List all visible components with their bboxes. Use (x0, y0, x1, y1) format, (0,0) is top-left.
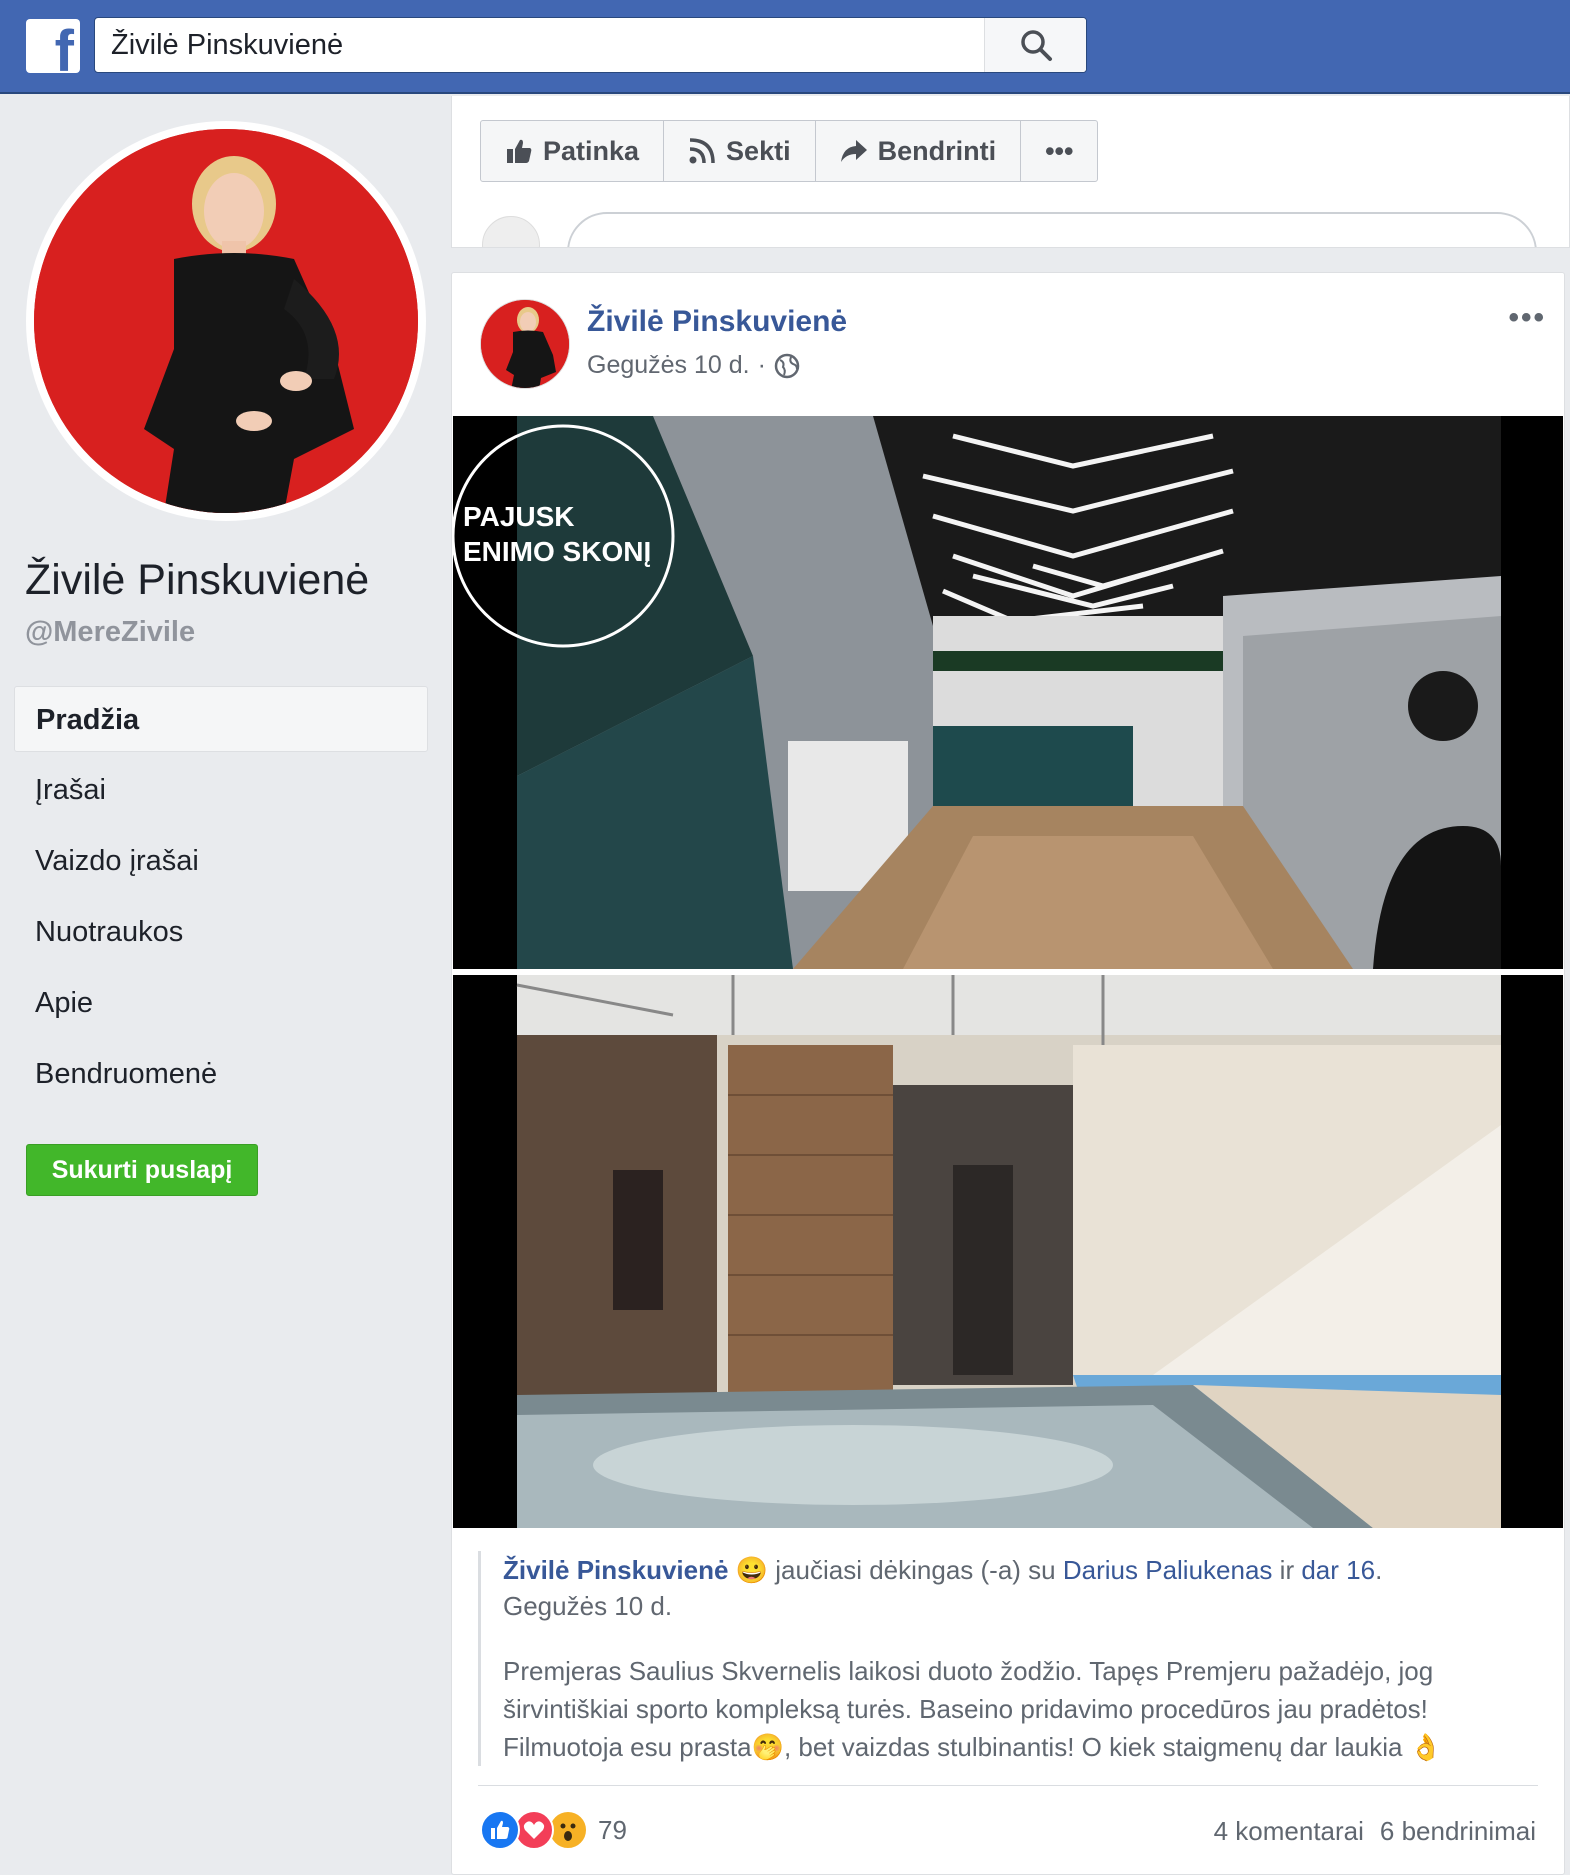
thumbs-up-icon (507, 139, 532, 163)
post-stats: 4 komentarai 6 bendrinimai (1214, 1816, 1536, 1847)
tagged-user-link[interactable]: Darius Paliukenas (1063, 1555, 1273, 1585)
hand-over-mouth-emoji: 🤭 (751, 1732, 784, 1762)
share-button[interactable]: Bendrinti (816, 121, 1022, 181)
profile-picture[interactable] (26, 121, 426, 521)
feeling-emoji: 😀 (735, 1555, 769, 1585)
facebook-logo[interactable]: f (26, 19, 80, 73)
wow-reaction-icon (548, 1810, 588, 1850)
follow-label: Sekti (726, 135, 791, 166)
post-options-button[interactable]: ••• (1508, 301, 1546, 335)
nav-item-posts[interactable]: Įrašai (14, 757, 428, 823)
search-button[interactable] (984, 18, 1086, 72)
nav-item-home[interactable]: Pradžia (14, 686, 428, 752)
shared-post-date[interactable]: Gegužės 10 d. (503, 1591, 1538, 1622)
post-divider (478, 1785, 1538, 1786)
post-text-part-2: , bet vaizdas stulbinantis! O kiek staig… (783, 1732, 1403, 1762)
nav-item-videos[interactable]: Vaizdo įrašai (14, 828, 428, 894)
post-composer-input[interactable] (567, 212, 1537, 247)
search-bar (94, 17, 1087, 73)
globe-icon (774, 353, 800, 378)
reactions-count: 79 (598, 1814, 627, 1845)
profile-photo (34, 129, 418, 513)
post-card: Živilė Pinskuvienė Gegužės 10 d. · ••• P… (451, 272, 1565, 1875)
svg-text:ENIMO SKONĮ: ENIMO SKONĮ (463, 536, 651, 567)
page-navigation: Pradžia Įrašai Vaizdo įrašai Nuotraukos … (14, 686, 428, 1112)
post-photo-reception[interactable]: PAJUSK ENIMO SKONĮ (453, 416, 1563, 969)
meta-separator: · (757, 351, 766, 379)
shared-post: Živilė Pinskuvienė 😀 jaučiasi dėkingas (… (478, 1551, 1538, 1766)
comments-count-link[interactable]: 4 komentarai (1214, 1816, 1364, 1847)
composer-avatar (482, 216, 540, 247)
love-reaction-icon (514, 1810, 554, 1850)
shared-post-text: Premjeras Saulius Skvernelis laikosi duo… (503, 1652, 1538, 1766)
like-label: Patinka (543, 135, 640, 166)
post-date[interactable]: Gegužės 10 d. (587, 351, 750, 380)
and-text: ir (1279, 1555, 1295, 1585)
nav-item-about[interactable]: Apie (14, 970, 428, 1036)
svg-text:PAJUSK: PAJUSK (463, 501, 575, 532)
shares-count-link[interactable]: 6 bendrinimai (1380, 1816, 1536, 1847)
nav-item-photos[interactable]: Nuotraukos (14, 899, 428, 965)
shared-post-header: Živilė Pinskuvienė 😀 jaučiasi dėkingas (… (503, 1551, 1538, 1589)
like-reaction-icon (480, 1810, 520, 1850)
page-handle[interactable]: @MereZivile (25, 616, 195, 649)
page-sidebar: Živilė Pinskuvienė @MereZivile Pradžia Į… (0, 96, 445, 1875)
search-input[interactable] (95, 18, 985, 72)
share-label: Bendrinti (877, 135, 997, 166)
post-author-name[interactable]: Živilė Pinskuvienė (587, 305, 847, 339)
more-options-button[interactable]: ••• (1021, 121, 1097, 181)
ok-hand-emoji: 👌 (1409, 1732, 1443, 1762)
reactions-summary[interactable]: 79 (480, 1810, 627, 1850)
search-icon (1020, 30, 1052, 61)
follow-button[interactable]: Sekti (664, 121, 816, 181)
top-navigation-bar: f (0, 0, 1570, 94)
shared-author-name[interactable]: Živilė Pinskuvienė (503, 1555, 728, 1585)
rss-icon (689, 138, 715, 164)
like-button[interactable]: Patinka (481, 121, 665, 181)
tagged-others-link[interactable]: dar 16 (1301, 1555, 1375, 1585)
period-text: . (1375, 1555, 1383, 1585)
feeling-text: jaučiasi dėkingas (-a) su (775, 1555, 1056, 1585)
share-arrow-icon (840, 140, 867, 162)
create-page-button[interactable]: Sukurti puslapį (26, 1144, 258, 1196)
post-photo-pool[interactable] (453, 975, 1563, 1528)
page-action-buttons: Patinka Sekti Bendrinti ••• (480, 120, 1099, 182)
post-author-avatar[interactable] (480, 299, 570, 389)
post-meta: Gegužės 10 d. · (587, 351, 800, 380)
page-title: Živilė Pinskuvienė (25, 556, 370, 604)
nav-item-community[interactable]: Bendruomenė (14, 1041, 428, 1107)
page-actions-card: Patinka Sekti Bendrinti ••• (451, 96, 1570, 248)
